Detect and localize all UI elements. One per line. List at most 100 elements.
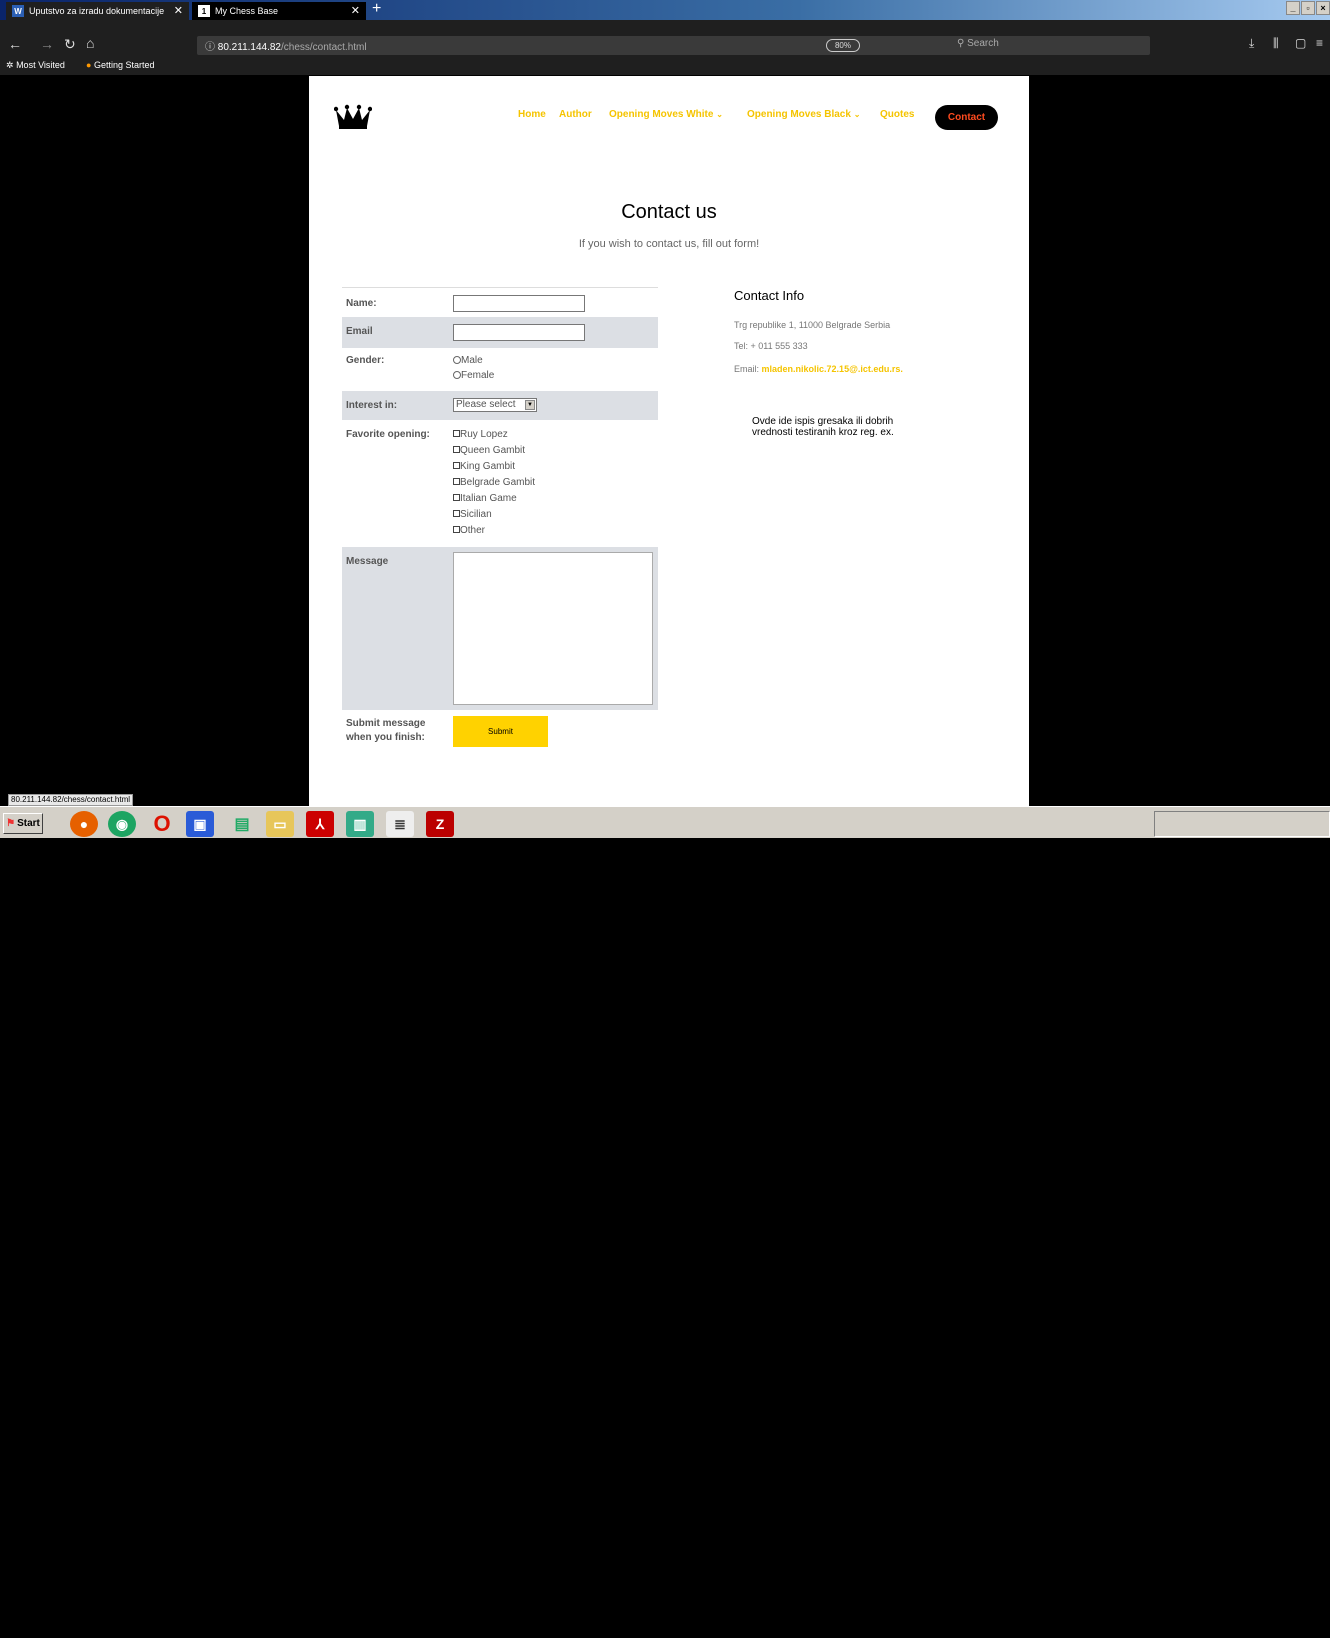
gender-male-option[interactable]: Male: [453, 355, 483, 366]
firefox-icon: ●: [86, 60, 92, 70]
checkbox[interactable]: [453, 510, 460, 517]
opening-sicilian[interactable]: Sicilian: [453, 509, 492, 520]
windows-logo-icon: ⚑: [6, 818, 16, 829]
filezilla-icon[interactable]: Z: [426, 811, 454, 837]
notepad-icon[interactable]: ≣: [386, 811, 414, 837]
zoom-badge[interactable]: 80%: [826, 39, 860, 52]
checkbox[interactable]: [453, 494, 460, 501]
interest-label: Interest in:: [346, 400, 398, 411]
opening-label: Favorite opening:: [346, 429, 430, 440]
opening-king-gambit[interactable]: King Gambit: [453, 461, 515, 472]
opening-belgrade-gambit[interactable]: Belgrade Gambit: [453, 477, 535, 488]
contact-email-link[interactable]: mladen.nikolic.72.15@.ict.edu.rs.: [762, 364, 903, 374]
menu-opening-moves-black[interactable]: Opening Moves Black ⌄: [747, 109, 860, 120]
gender-female-option[interactable]: Female: [453, 370, 494, 381]
menu-home[interactable]: Home: [518, 109, 546, 120]
chess-favicon-icon: 1: [198, 5, 210, 17]
checkbox[interactable]: [453, 478, 460, 485]
sidebar-icon[interactable]: ▢: [1295, 36, 1306, 50]
option-label: Female: [461, 370, 495, 381]
forward-arrow-icon[interactable]: →: [40, 36, 54, 52]
radio-button[interactable]: [453, 356, 461, 364]
clock[interactable]: 10:22 AM 3/8/2018: [1282, 1618, 1316, 1638]
back-arrow-icon[interactable]: ←: [8, 36, 22, 52]
reload-icon[interactable]: ↻: [64, 36, 76, 53]
home-icon[interactable]: ⌂: [86, 35, 94, 51]
submit-hint-label: Submit message when you finish:: [346, 717, 425, 745]
start-button[interactable]: ⚑ Start: [3, 813, 43, 834]
url-text[interactable]: ⓘ 80.211.144.82/chess/contact.html: [205, 38, 367, 53]
chart-app-icon[interactable]: ▥: [346, 811, 374, 837]
message-label: Message: [346, 556, 389, 567]
menu-contact-button[interactable]: Contact: [935, 105, 998, 130]
checkbox[interactable]: [453, 430, 460, 437]
tab-my-chess-base[interactable]: 1 My Chess Base ✕: [192, 2, 366, 20]
interest-select[interactable]: Please select ▼: [453, 398, 537, 412]
folder-icon[interactable]: ▭: [266, 811, 294, 837]
minimize-icon[interactable]: _: [1286, 1, 1300, 15]
close-icon[interactable]: ✕: [351, 4, 360, 17]
close-icon[interactable]: ✕: [174, 4, 183, 17]
menu-author[interactable]: Author: [559, 109, 592, 120]
acrobat-icon[interactable]: ⅄: [306, 811, 334, 837]
opera-icon[interactable]: O: [148, 811, 176, 837]
taskbar: ⚑ Start ● ◉ O ▣ ▤ ▭ ⅄ ▥ ≣ Z EN 10:22 AM …: [0, 806, 1330, 1637]
option-label: Other: [460, 525, 486, 536]
contact-address: Trg republike 1, 11000 Belgrade Serbia: [734, 320, 891, 330]
message-textarea[interactable]: [453, 552, 653, 705]
option-label: Male: [461, 355, 483, 366]
window-close-icon[interactable]: ×: [1316, 1, 1330, 15]
search-field[interactable]: ⚲ Search: [957, 38, 999, 49]
opening-ruy-lopez[interactable]: Ruy Lopez: [453, 429, 508, 440]
bookmark-most-visited[interactable]: ✲ Most Visited: [6, 60, 65, 71]
search-placeholder: Search: [967, 38, 999, 49]
checkbox[interactable]: [453, 462, 460, 469]
email-prefix: Email:: [734, 364, 760, 374]
dropdown-arrow-icon[interactable]: ▼: [525, 400, 535, 410]
contact-tel: Tel: + 011 555 333: [734, 341, 808, 351]
menu-opening-moves-white[interactable]: Opening Moves White ⌄: [609, 109, 723, 120]
url-path: /chess/contact.html: [281, 42, 367, 53]
opening-queen-gambit[interactable]: Queen Gambit: [453, 445, 525, 456]
validation-message: Ovde ide ispis gresaka ili dobrih vredno…: [752, 416, 894, 438]
download-icon[interactable]: ⤓: [1249, 36, 1254, 51]
submit-row: Submit message when you finish: Submit: [342, 710, 658, 755]
name-input[interactable]: [453, 295, 585, 312]
url-host: 80.211.144.82: [217, 42, 281, 53]
option-label: Sicilian: [460, 509, 492, 520]
bookmark-getting-started[interactable]: ● Getting Started: [86, 60, 155, 70]
email-input[interactable]: [453, 324, 585, 341]
email-label: Email: [346, 326, 373, 337]
tab-bar: W Uputstvo za izradu dokumentacije ✕ 1 M…: [0, 0, 1330, 20]
email-row: Email: [342, 317, 658, 348]
opening-italian-game[interactable]: Italian Game: [453, 493, 517, 504]
gender-label: Gender:: [346, 355, 385, 366]
status-bar-url: 80.211.144.82/chess/contact.html: [8, 794, 134, 806]
new-tab-icon[interactable]: +: [372, 0, 381, 18]
firefox-icon[interactable]: ●: [70, 811, 98, 837]
library-icon[interactable]: ⫼: [1273, 36, 1279, 51]
name-label: Name:: [346, 298, 377, 309]
checkbox[interactable]: [453, 446, 460, 453]
save-disk-icon[interactable]: ▣: [186, 811, 214, 837]
maximize-icon[interactable]: ▫: [1301, 1, 1315, 15]
contact-email-line: Email: mladen.nikolic.72.15@.ict.edu.rs.: [734, 364, 903, 374]
radio-button[interactable]: [453, 371, 461, 379]
language-indicator[interactable]: EN: [1155, 1619, 1166, 1628]
web-page: Home Author Opening Moves White ⌄ Openin…: [309, 76, 1029, 806]
network-icon[interactable]: ▤: [228, 811, 256, 837]
tab-label: My Chess Base: [215, 6, 279, 16]
menu-quotes[interactable]: Quotes: [880, 109, 914, 120]
opening-other[interactable]: Other: [453, 525, 485, 536]
submit-hint-line: when you finish:: [346, 732, 425, 743]
opening-row: Favorite opening: Ruy Lopez Queen Gambit…: [342, 420, 658, 547]
chrome-icon[interactable]: ◉: [108, 811, 136, 837]
bookmark-label: Most Visited: [16, 60, 65, 70]
tab-uputstvo[interactable]: W Uputstvo za izradu dokumentacije ✕: [6, 2, 189, 20]
search-icon: ⚲: [957, 38, 965, 49]
menu-icon[interactable]: ≡: [1316, 36, 1323, 50]
checkbox[interactable]: [453, 526, 460, 533]
system-tray: [1154, 811, 1330, 837]
interest-row: Interest in: Please select ▼: [342, 391, 658, 420]
submit-button[interactable]: Submit: [453, 716, 548, 747]
